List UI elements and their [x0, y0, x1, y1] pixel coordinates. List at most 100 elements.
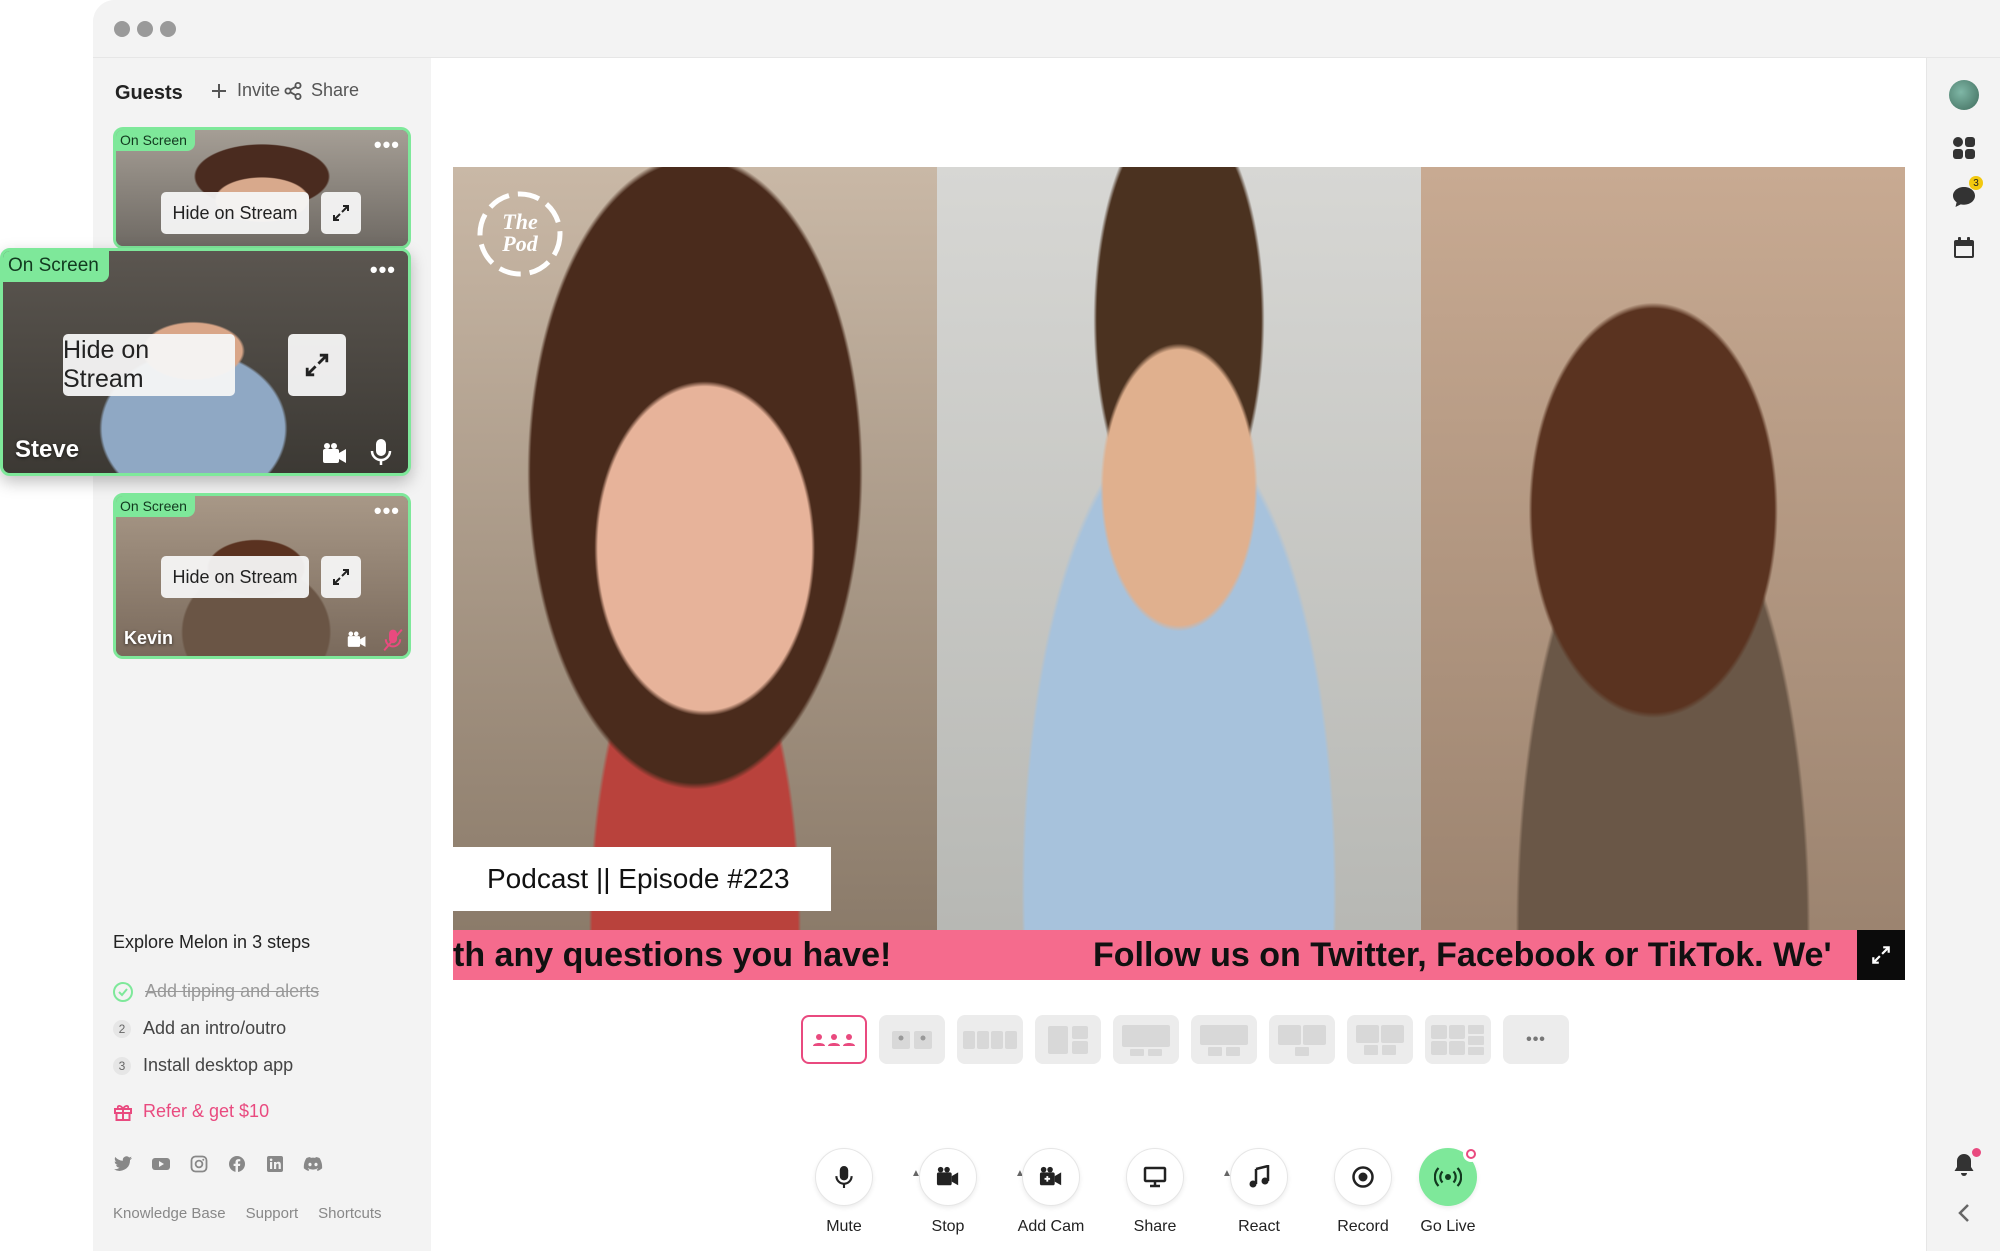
- notification-dot: [1972, 1148, 1981, 1157]
- invite-label: Invite: [237, 80, 281, 100]
- record-control[interactable]: Record: [1318, 1148, 1408, 1236]
- layout-option[interactable]: [1035, 1015, 1101, 1064]
- chevron-left-icon: [1958, 1204, 1969, 1222]
- main-stage-area: The Pod Podcast || Episode #223 th any q…: [431, 58, 2000, 1251]
- share-screen-button[interactable]: [1126, 1148, 1184, 1206]
- window-dot-maximize[interactable]: [160, 21, 176, 37]
- camera-icon[interactable]: [346, 630, 368, 650]
- participant-video-3: [1421, 167, 1905, 930]
- plus-icon: [212, 83, 226, 98]
- knowledge-base-link[interactable]: Knowledge Base: [113, 1205, 226, 1222]
- layout-option[interactable]: [1347, 1015, 1413, 1064]
- stop-camera-button[interactable]: [919, 1148, 977, 1206]
- notifications-button[interactable]: [1949, 1148, 1981, 1180]
- bell-icon: [1954, 1154, 1974, 1176]
- more-options-icon[interactable]: •••: [370, 257, 396, 283]
- instagram-icon[interactable]: [189, 1154, 209, 1174]
- on-screen-badge: On Screen: [3, 251, 109, 282]
- share-control[interactable]: Share: [1110, 1148, 1200, 1236]
- react-label: React: [1238, 1218, 1280, 1235]
- window-dot-close[interactable]: [114, 21, 130, 37]
- calendar-icon: [1954, 237, 1974, 258]
- microphone-icon: [835, 1166, 853, 1188]
- react-button[interactable]: [1230, 1148, 1288, 1206]
- guest-card[interactable]: On Screen ••• Hide on Stream Steve: [0, 248, 411, 476]
- control-bar: Mute ▲ Stop ▲ Add Cam Share ▲ React Reco…: [431, 1146, 2000, 1258]
- youtube-icon[interactable]: [151, 1154, 171, 1174]
- go-live-button[interactable]: [1419, 1146, 1479, 1206]
- rail-calendar-button[interactable]: [1949, 233, 1979, 263]
- avatar-image: [1949, 80, 1979, 110]
- go-live-control[interactable]: Go Live: [1403, 1146, 1493, 1236]
- layout-option[interactable]: [1425, 1015, 1491, 1064]
- layout-option[interactable]: [879, 1015, 945, 1064]
- camera-icon[interactable]: [321, 441, 349, 467]
- layout-option[interactable]: [1269, 1015, 1335, 1064]
- twitter-icon[interactable]: [113, 1154, 133, 1174]
- stream-stage: The Pod Podcast || Episode #223 th any q…: [453, 167, 1905, 980]
- add-cam-button[interactable]: [1022, 1148, 1080, 1206]
- more-layouts-button[interactable]: •••: [1503, 1015, 1569, 1064]
- expand-button[interactable]: [288, 334, 346, 396]
- layout-option[interactable]: [801, 1015, 867, 1064]
- fullscreen-button[interactable]: [1857, 930, 1905, 980]
- shortcuts-link[interactable]: Shortcuts: [318, 1205, 381, 1222]
- share-nodes-icon: [284, 81, 302, 100]
- go-live-label: Go Live: [1420, 1218, 1476, 1235]
- invite-button[interactable]: Invite: [209, 80, 280, 101]
- linkedin-icon[interactable]: [265, 1154, 285, 1174]
- refer-link[interactable]: Refer & get $10: [113, 1101, 269, 1122]
- collapse-rail-button[interactable]: [1949, 1198, 1979, 1228]
- gift-icon: [114, 1104, 132, 1121]
- expand-button[interactable]: [321, 556, 361, 598]
- on-screen-badge: On Screen: [116, 130, 195, 151]
- guest-card[interactable]: On Screen ••• Hide on Stream Kevin: [113, 493, 411, 659]
- camera-icon: [936, 1166, 959, 1186]
- window-dot-minimize[interactable]: [137, 21, 153, 37]
- share-guests-button[interactable]: Share: [283, 80, 359, 101]
- microphone-muted-icon[interactable]: [382, 628, 404, 652]
- add-cam-control[interactable]: Add Cam: [1006, 1148, 1096, 1236]
- hide-on-stream-button[interactable]: Hide on Stream: [63, 334, 235, 396]
- more-options-icon[interactable]: •••: [374, 132, 400, 158]
- mute-button[interactable]: [815, 1148, 873, 1206]
- support-link[interactable]: Support: [246, 1205, 299, 1222]
- discord-icon[interactable]: [303, 1154, 323, 1174]
- expand-icon: [333, 205, 349, 221]
- broadcast-icon: [1434, 1167, 1462, 1187]
- record-icon: [1352, 1166, 1374, 1188]
- add-cam-label: Add Cam: [1017, 1218, 1085, 1235]
- expand-button[interactable]: [321, 192, 361, 234]
- the-pod-logo: The Pod: [477, 191, 563, 277]
- layout-option[interactable]: [957, 1015, 1023, 1064]
- microphone-icon[interactable]: [368, 437, 394, 467]
- user-avatar[interactable]: [1949, 80, 1979, 110]
- rail-apps-button[interactable]: [1949, 133, 1979, 163]
- rail-chat-button[interactable]: 3: [1949, 176, 1983, 212]
- social-links: [113, 1154, 323, 1174]
- ticker-text: th any questions you have!: [453, 936, 892, 974]
- facebook-icon[interactable]: [227, 1154, 247, 1174]
- step-item[interactable]: 3 Install desktop app: [113, 1047, 413, 1084]
- svg-text:Pod: Pod: [501, 231, 538, 256]
- hide-on-stream-button[interactable]: Hide on Stream: [161, 192, 309, 234]
- chat-count-badge: 3: [1969, 176, 1983, 190]
- guest-card[interactable]: On Screen ••• Hide on Stream: [113, 127, 411, 249]
- layout-option[interactable]: [1113, 1015, 1179, 1064]
- check-circle-icon: [113, 981, 133, 1002]
- record-button[interactable]: [1334, 1148, 1392, 1206]
- step-item[interactable]: 2 Add an intro/outro: [113, 1010, 413, 1047]
- more-options-icon[interactable]: •••: [374, 498, 400, 524]
- participant-video-2: [937, 167, 1421, 930]
- layout-option[interactable]: [1191, 1015, 1257, 1064]
- react-control[interactable]: React: [1214, 1148, 1304, 1236]
- step-item[interactable]: Add tipping and alerts: [113, 973, 413, 1010]
- hide-on-stream-button[interactable]: Hide on Stream: [161, 556, 309, 598]
- explore-title: Explore Melon in 3 steps: [113, 932, 311, 952]
- mute-control[interactable]: Mute: [799, 1148, 889, 1236]
- stop-control[interactable]: Stop: [903, 1148, 993, 1236]
- participant-video-1: [453, 167, 937, 930]
- monitor-icon: [1143, 1166, 1167, 1188]
- share-label: Share: [1133, 1218, 1177, 1235]
- record-label: Record: [1337, 1218, 1389, 1235]
